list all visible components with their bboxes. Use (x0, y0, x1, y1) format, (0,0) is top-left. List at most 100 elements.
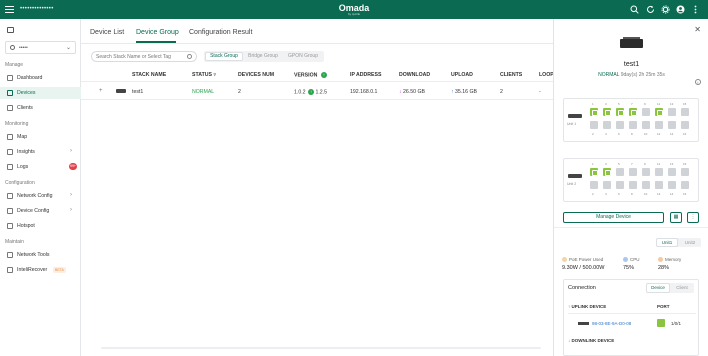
unit-2-port-2[interactable] (590, 181, 598, 189)
tab-unit2[interactable]: Unit2 (679, 238, 701, 247)
segment-gpon-group[interactable]: GPON Group (284, 52, 322, 61)
more-icon[interactable] (691, 5, 700, 14)
tab-connection-device[interactable]: Device (646, 283, 670, 293)
unit-2-port-3[interactable] (603, 168, 611, 176)
column-loop[interactable]: LOOP (539, 72, 554, 78)
sidebar-toggle-icon[interactable] (5, 6, 14, 13)
close-icon[interactable]: ✕ (694, 25, 701, 34)
clients-count: 2 (500, 89, 503, 95)
unit-1-port-12[interactable] (655, 121, 663, 129)
column-status[interactable]: STATUS ▿ (192, 72, 216, 78)
column-ip-address[interactable]: IP ADDRESS (350, 72, 381, 78)
unit-2-port-5[interactable] (616, 168, 624, 176)
segment-bridge-group[interactable]: Bridge Group (244, 52, 282, 61)
account-icon[interactable] (676, 5, 685, 14)
filter-icon[interactable]: ▿ (213, 72, 216, 78)
unit-1-port-number: 9 (644, 102, 646, 106)
column-devices-num[interactable]: DEVICES NUM (238, 72, 274, 78)
unit-2-port-4[interactable] (603, 181, 611, 189)
site-name: •••••••••••••• (20, 6, 54, 12)
tab-unit1[interactable]: Unit1 (656, 238, 678, 247)
upgrade-icon[interactable]: ↑ (320, 72, 327, 78)
horizontal-scrollbar[interactable] (101, 347, 541, 349)
unit-1-port-1[interactable] (590, 108, 598, 116)
tab-connection-client[interactable]: Client (670, 283, 694, 293)
download-amount: 26.50 GB (403, 89, 425, 95)
manage-device-button[interactable]: Manage Device (563, 212, 664, 223)
chevron-right-icon: › (70, 148, 72, 154)
unit-2-port-14[interactable] (668, 181, 676, 189)
sidebar-item-network-tools[interactable]: Network Tools (0, 249, 81, 261)
column-clients[interactable]: CLIENTS (500, 72, 522, 78)
sidebar-item-dashboard[interactable]: Dashboard (0, 72, 81, 84)
settings-icon[interactable] (661, 5, 670, 14)
tab-device-list[interactable]: Device List (90, 29, 124, 36)
sidebar-item-device-config[interactable]: Device Config › (0, 205, 81, 217)
stack-detail-panel: ✕ test1 NORMAL 9day(s) 2h 25m 35s i Unit… (553, 19, 708, 356)
uplink-mac-link[interactable]: 98-03-8E-9A-D0-08 (592, 321, 631, 326)
tab-device-group[interactable]: Device Group (136, 29, 179, 36)
column-stack-name[interactable]: STACK NAME (132, 72, 166, 78)
unit-1-port-13[interactable] (668, 108, 676, 116)
unit-1-port-3[interactable] (603, 108, 611, 116)
unit-1-port-9[interactable] (642, 108, 650, 116)
unit-2-port-8[interactable] (629, 181, 637, 189)
unit-1-port-8[interactable] (629, 121, 637, 129)
unit-1-port-5[interactable] (616, 108, 624, 116)
unit-1-port-16[interactable] (681, 121, 689, 129)
unit-1-port-11[interactable] (655, 108, 663, 116)
unit-2-port-number: 1 (592, 162, 594, 166)
upgrade-available-icon[interactable]: ↑ (308, 89, 314, 95)
sidebar-item-hotspot[interactable]: Hotspot (0, 220, 81, 232)
unit-1-port-2[interactable] (590, 121, 598, 129)
column-download[interactable]: DOWNLOAD (399, 72, 430, 78)
uplink-row[interactable]: 98-03-8E-9A-D0-08 1/0/1 (568, 315, 696, 333)
unit-2-port-16[interactable] (681, 181, 689, 189)
unit-1-port-6[interactable] (616, 121, 624, 129)
unit-2-port-6[interactable] (616, 181, 624, 189)
more-options-icon[interactable]: ⋮ (687, 212, 699, 223)
site-selector[interactable]: ••••• ⌄ (5, 41, 76, 54)
unit-2-port-10[interactable] (642, 181, 650, 189)
column-version[interactable]: VERSION ↑ (294, 72, 327, 78)
hotspot-icon (7, 223, 13, 229)
poe-value: 9.30W / 500.00W (562, 265, 605, 272)
sidebar-item-intellirecover[interactable]: InteliRecover BETA (0, 264, 81, 276)
column-upload[interactable]: UPLOAD (451, 72, 473, 78)
panel-title: test1 (623, 61, 640, 68)
unit-1-port-4[interactable] (603, 121, 611, 129)
unit-1-port-7[interactable] (629, 108, 637, 116)
sidebar-item-network-config[interactable]: Network Config › (0, 190, 81, 202)
unit-2-port-11[interactable] (655, 168, 663, 176)
unit-2-port-9[interactable] (642, 168, 650, 176)
tab-configuration-result[interactable]: Configuration Result (189, 29, 252, 36)
cpu-label: CPU (623, 257, 640, 263)
unit-1-port-14[interactable] (668, 121, 676, 129)
collapse-sidebar-icon[interactable] (7, 27, 14, 33)
info-icon[interactable]: i (695, 79, 701, 85)
expand-row-icon[interactable]: + (99, 88, 105, 94)
calendar-icon[interactable]: ▦ (670, 212, 682, 223)
sidebar-item-insights[interactable]: Insights › (0, 146, 81, 158)
search-icon[interactable] (187, 54, 192, 59)
sidebar-item-devices[interactable]: Devices (0, 87, 81, 99)
unit-2-port-7[interactable] (629, 168, 637, 176)
refresh-icon[interactable] (646, 5, 655, 14)
sidebar-item-logs[interactable]: Logs 99+ (0, 161, 81, 173)
stack-name[interactable]: test1 (132, 89, 143, 95)
segment-stack-group[interactable]: Stack Group (205, 52, 243, 61)
unit-1-label: Unit 1 (567, 122, 577, 126)
unit-2-port-12[interactable] (655, 181, 663, 189)
sidebar-item-clients[interactable]: Clients (0, 102, 81, 114)
loop-value: - (539, 89, 541, 95)
search-icon[interactable] (630, 5, 639, 14)
search-input[interactable] (96, 53, 182, 61)
search-box[interactable] (91, 51, 197, 62)
unit-1-port-15[interactable] (681, 108, 689, 116)
unit-1-port-10[interactable] (642, 121, 650, 129)
sidebar-item-map[interactable]: Map (0, 131, 81, 143)
unit-2-port-1[interactable] (590, 168, 598, 176)
unit-2-port-15[interactable] (681, 168, 689, 176)
table-row[interactable]: + test1 NORMAL 2 1.0.2 ↑ 1.2.5 192.168.0… (81, 83, 553, 100)
unit-2-port-13[interactable] (668, 168, 676, 176)
